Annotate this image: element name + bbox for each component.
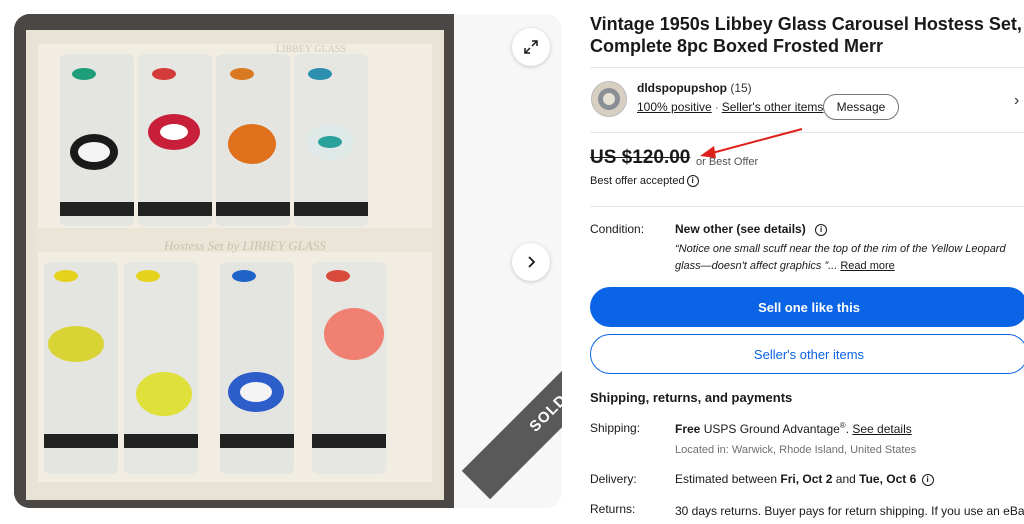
- sold-label: SOLD: [525, 390, 562, 436]
- best-offer-accepted: Best offer accepted i: [590, 175, 699, 188]
- best-offer-accepted-text: Best offer accepted: [590, 175, 685, 187]
- condition-note-line2: glass—doesn't affect graphics ”...: [675, 260, 838, 272]
- condition-label: Condition:: [590, 222, 645, 236]
- sellers-other-items-button[interactable]: Seller's other items: [590, 334, 1024, 374]
- divider: [590, 67, 1024, 68]
- shipping-service: USPS Ground Advantage: [703, 422, 840, 436]
- chevron-right-icon: [528, 256, 536, 268]
- seller-name-row: dldspopupshop (15): [637, 81, 752, 95]
- item-location: Located in: Warwick, Rhode Island, Unite…: [675, 444, 917, 456]
- info-icon[interactable]: i: [815, 223, 828, 236]
- seller-avatar[interactable]: [591, 81, 627, 117]
- box-label-top-text: LIBBEY GLASS: [276, 44, 346, 55]
- see-details-link[interactable]: See details: [852, 422, 911, 436]
- listing-title-line1: Vintage 1950s Libbey Glass Carousel Host…: [590, 14, 1022, 34]
- delivery-end: Tue, Oct 6: [859, 472, 917, 486]
- condition-text: New other (see details): [675, 222, 806, 236]
- registered-mark: ®: [839, 421, 846, 430]
- seller-name-link[interactable]: dldspopupshop: [637, 81, 727, 95]
- image-gallery: Hostess Set by LIBBEY GLASS LIBBEY GLASS…: [14, 14, 562, 508]
- carousel-glasses-image: Hostess Set by LIBBEY GLASS LIBBEY GLASS: [14, 14, 454, 508]
- shipping-heading: Shipping, returns, and payments: [590, 390, 793, 405]
- sold-ribbon: SOLD: [461, 258, 562, 500]
- returns-label: Returns:: [590, 502, 636, 516]
- info-icon[interactable]: i: [921, 473, 934, 486]
- box-label-text: Hostess Set by LIBBEY GLASS: [163, 238, 326, 253]
- avatar-icon: [592, 82, 626, 116]
- seller-other-items-link[interactable]: Seller's other items: [722, 100, 824, 114]
- delivery-label: Delivery:: [590, 472, 637, 486]
- divider: [590, 206, 1024, 207]
- price-value: US $120.00: [590, 147, 691, 168]
- seller-feedback-count: (15): [730, 81, 752, 95]
- listing-title-line2: Complete 8pc Boxed Frosted Merr: [590, 36, 884, 56]
- condition-note-line1: “Notice one small scuff near the top of …: [675, 243, 1006, 255]
- delivery-prefix: Estimated between: [675, 472, 778, 486]
- shipping-free: Free: [675, 422, 701, 436]
- divider: [590, 132, 1024, 133]
- shipping-label: Shipping:: [590, 421, 641, 435]
- message-button[interactable]: Message: [823, 94, 899, 120]
- product-photo[interactable]: Hostess Set by LIBBEY GLASS LIBBEY GLASS: [14, 14, 454, 508]
- returns-value: 30 days returns. Buyer pays for return s…: [675, 504, 1024, 518]
- listing-title: Vintage 1950s Libbey Glass Carousel Host…: [590, 13, 1024, 57]
- expand-icon: [524, 40, 538, 54]
- read-more-link[interactable]: Read more: [840, 260, 894, 272]
- expand-image-button[interactable]: [512, 28, 550, 66]
- best-offer-text: or Best Offer: [696, 156, 759, 168]
- item-details-panel: Vintage 1950s Libbey Glass Carousel Host…: [590, 0, 1024, 524]
- condition-value: New other (see details) i: [675, 222, 828, 236]
- positive-feedback-link[interactable]: 100% positive: [637, 100, 712, 114]
- delivery-start: Fri, Oct 2: [780, 472, 833, 486]
- delivery-and: and: [835, 472, 856, 486]
- chevron-right-icon[interactable]: ›: [1014, 92, 1019, 110]
- condition-note: “Notice one small scuff near the top of …: [675, 241, 1006, 275]
- seller-links: 100% positive·Seller's other items·: [637, 100, 830, 114]
- info-icon[interactable]: i: [686, 175, 699, 188]
- delivery-value: Estimated between Fri, Oct 2 and Tue, Oc…: [675, 472, 934, 486]
- sell-one-like-this-button[interactable]: Sell one like this: [590, 287, 1024, 327]
- shipping-value: Free USPS Ground Advantage®. See details: [675, 421, 912, 436]
- next-image-button[interactable]: [512, 243, 550, 281]
